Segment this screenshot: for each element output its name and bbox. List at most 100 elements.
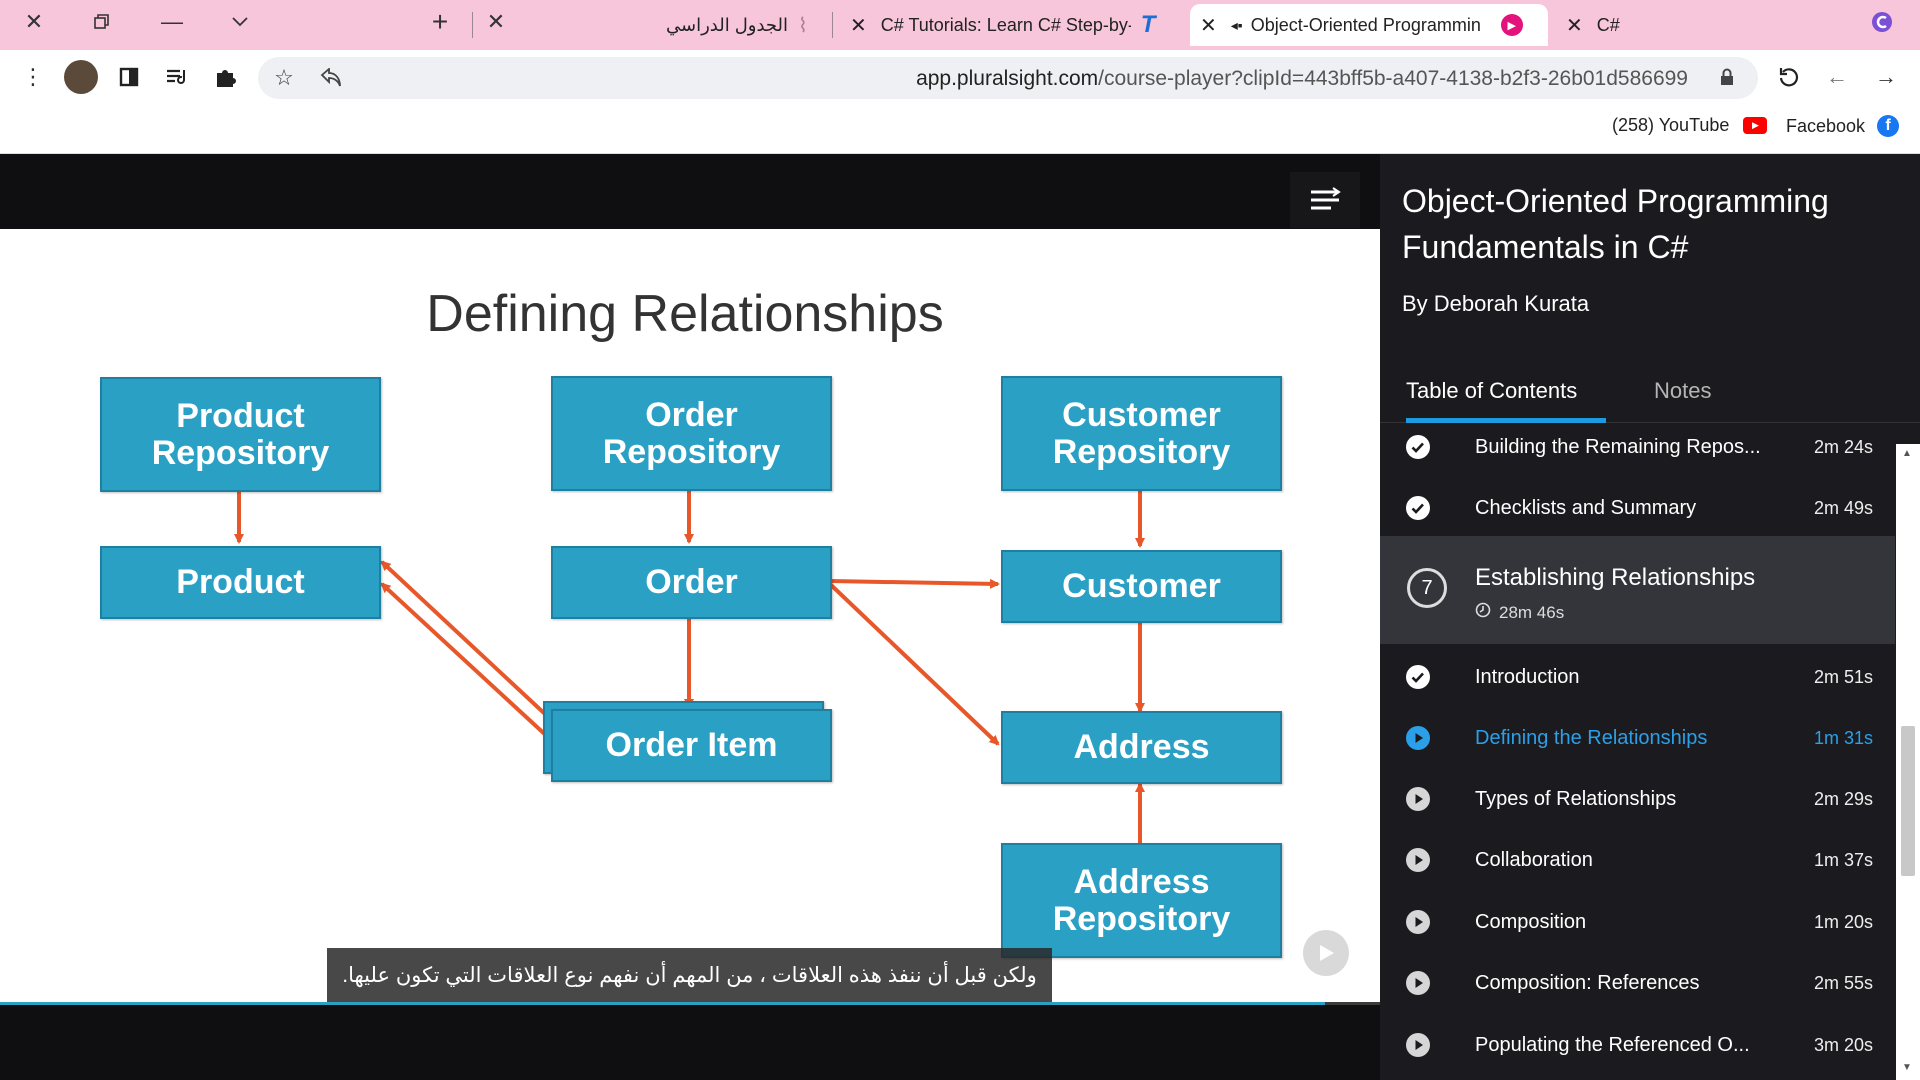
clip-title: Composition [1475,911,1587,933]
clip-title: Populating the Referenced O... [1475,1034,1750,1056]
close-window-icon[interactable]: ✕ [14,0,54,44]
toc-clip[interactable]: Composition: References 2m 55s [1380,954,1895,1014]
tab-close-icon[interactable]: ✕ [1566,13,1583,38]
scrollbar-thumb[interactable] [1901,726,1915,876]
tab-table-of-contents[interactable]: Table of Contents [1406,378,1577,404]
clip-duration: 2m 29s [1813,789,1873,809]
play-circle-icon [1406,971,1430,995]
toc-scrollbar[interactable]: ▲ ▼ [1896,444,1920,1080]
reload-icon[interactable] [1774,62,1804,92]
forward-arrow-icon[interactable]: → [1871,62,1901,92]
clip-title: Checklists and Summary [1475,497,1697,519]
toc-clip[interactable]: Introduction 2m 51s [1380,648,1895,708]
toc-clip[interactable]: Building the Remaining Repos... 2m 24s [1380,426,1895,478]
tab-close-icon[interactable]: ✕ [1200,13,1217,38]
play-overlay-button[interactable] [1303,930,1349,976]
tab-favicon-icon: T [1140,11,1156,38]
clip-duration: 3m 20s [1813,1035,1873,1055]
url-text[interactable]: app.pluralsight.com/course-player?clipId… [916,67,1688,91]
check-circle-icon [1406,665,1430,689]
new-tab-icon[interactable]: + [420,0,460,44]
tab-favicon-icon: ⌇ [798,14,808,37]
play-circle-icon [1406,726,1430,750]
clip-duration: 2m 55s [1813,973,1873,993]
tab-close-icon[interactable]: ✕ [850,13,867,38]
module-title: Establishing Relationships [1475,564,1756,591]
tab-close-icon[interactable]: ✕ [476,0,516,44]
order-item-box: Order Item [551,709,832,782]
facebook-icon: f [1877,115,1900,137]
extensions-puzzle-icon[interactable] [210,62,240,92]
clip-title: Composition: References [1475,972,1700,994]
clip-title: Building the Remaining Repos... [1475,436,1761,458]
toc-clip[interactable]: Types of Relationships 2m 29s [1380,770,1895,830]
play-circle-icon [1406,1033,1430,1057]
tab-csharp-tutorials[interactable]: ✕ C# Tutorials: Learn C# Step-by-St T [840,4,1185,46]
restore-window-icon[interactable] [82,0,122,44]
toc-clip[interactable]: Populating the Referenced O... 3m 20s [1380,1016,1895,1076]
course-author: By Deborah Kurata [1402,291,1590,316]
tab-title: C# Tutorials: Learn C# Step-by-St [880,14,1131,35]
bookmark-facebook[interactable]: Facebook f [1786,115,1900,137]
url-host: app.pluralsight.com [916,67,1099,90]
bookmark-star-icon[interactable]: ☆ [269,63,299,93]
product-repository-box: Product Repository [100,377,381,492]
subtitle-caption: ولكن قبل أن ننفذ هذه العلاقات ، من المهم… [327,948,1052,1002]
minimize-window-icon[interactable]: — [152,0,192,44]
course-sidebar: Object-Oriented Programming Fundamentals… [1380,154,1920,1080]
play-icon [1320,945,1334,961]
video-progress-fill [0,1002,1325,1005]
play-circle-icon [1406,787,1430,811]
tab-search-chevron-icon[interactable] [220,0,260,44]
audio-playing-icon[interactable]: ◂▪ [1231,17,1243,34]
clock-icon [1475,602,1491,623]
scroll-down-arrow-icon[interactable]: ▼ [1902,1062,1912,1073]
tab-oop-course[interactable]: ✕ ◂▪ Object-Oriented Programmin ▶ [1190,4,1548,46]
order-box: Order [551,546,832,619]
profile-extension-icon[interactable] [1862,0,1902,44]
bookmark-youtube[interactable]: (258) YouTube ▶ [1612,115,1768,136]
tab-csharp[interactable]: ✕ C# [1556,4,1716,46]
table-of-contents: Building the Remaining Repos... 2m 24s C… [1380,426,1895,1080]
back-arrow-icon[interactable]: ← [1822,62,1852,92]
module-duration: 28m 46s [1475,602,1564,623]
pluralsight-favicon-icon: ▶ [1500,14,1523,36]
share-icon[interactable] [316,63,346,93]
reading-list-icon[interactable] [162,62,192,92]
clip-duration: 1m 31s [1813,728,1873,748]
check-circle-icon [1406,496,1430,520]
hamburger-menu-icon [1311,187,1341,210]
clip-title: Introduction [1475,666,1580,688]
clip-title: Collaboration [1475,849,1593,871]
bookmark-label: (258) YouTube [1612,115,1730,135]
tab-schedule[interactable]: الجدول الدراسي ⌇ [660,4,820,46]
product-box: Product [100,546,381,619]
tab-title: Object-Oriented Programmin [1250,14,1481,35]
play-circle-icon [1406,910,1430,934]
slide: Defining Relationships Product Repositor… [0,229,1380,1005]
module-duration-text: 28m 46s [1499,602,1565,622]
toc-clip[interactable]: Collaboration 1m 37s [1380,831,1895,891]
module-number: 7 [1407,568,1447,608]
tab-title: C# [1596,14,1620,35]
toc-clip-current[interactable]: Defining the Relationships 1m 31s [1380,709,1895,769]
side-panel-icon[interactable] [114,62,144,92]
address-bar[interactable]: app.pluralsight.com/course-player?clipId… [258,57,1758,99]
toc-clip[interactable]: Checklists and Summary 2m 49s [1380,479,1895,539]
scroll-up-arrow-icon[interactable]: ▲ [1902,448,1912,459]
tab-notes[interactable]: Notes [1654,378,1711,404]
lock-icon[interactable] [1720,68,1734,91]
active-tab-indicator [1406,418,1606,423]
tab-title: الجدول الدراسي [666,14,789,35]
course-title: Object-Oriented Programming Fundamentals… [1402,183,1829,265]
browser-menu-icon[interactable]: ⋮ [18,62,48,92]
player-menu-button[interactable] [1290,172,1360,228]
video-progress-bar[interactable] [0,1002,1380,1005]
clip-duration: 2m 49s [1813,498,1873,518]
play-circle-icon [1406,848,1430,872]
address-repository-box: Address Repository [1001,843,1282,958]
clip-duration: 2m 24s [1813,437,1873,457]
module-header[interactable]: 7 Establishing Relationships 28m 46s [1380,536,1895,644]
profile-avatar[interactable] [64,60,98,94]
toc-clip[interactable]: Composition 1m 20s [1380,893,1895,953]
